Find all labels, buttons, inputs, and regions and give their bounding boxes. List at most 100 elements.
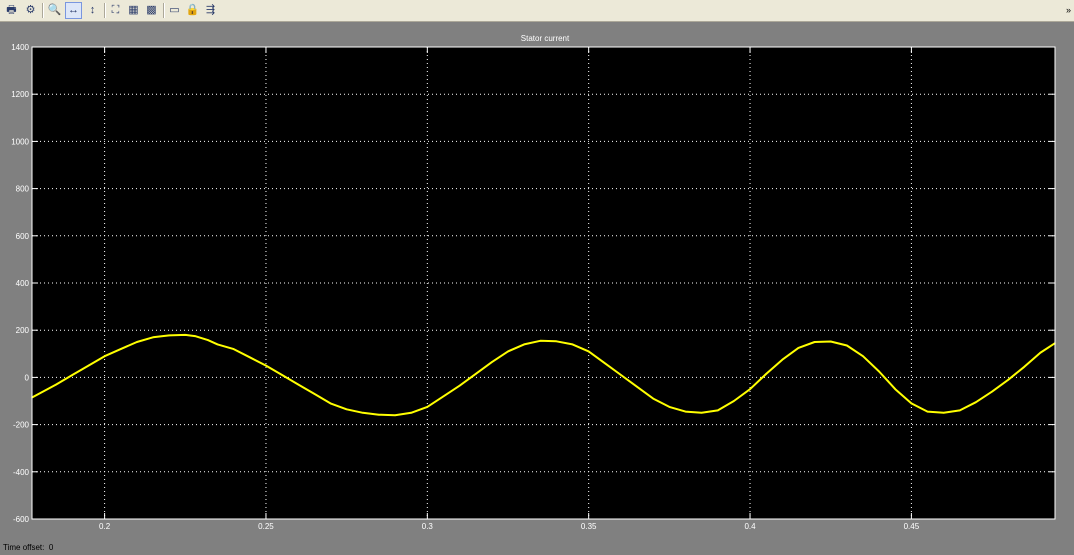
trace-point — [168, 334, 170, 337]
zoom-x-axis-icon: ↔ — [68, 4, 79, 16]
y-tick-labels: 1400 1200 1000 800 600 400 200 0 -200 -400 -600 — [11, 43, 29, 524]
trace-point — [1007, 378, 1010, 381]
trace-point — [926, 410, 929, 413]
zoom-x-button[interactable]: ↔ — [65, 2, 82, 19]
trace-point — [862, 355, 864, 357]
trace-point — [232, 348, 235, 350]
y-tick-label: 1200 — [11, 90, 29, 99]
axes-background[interactable] — [32, 47, 1055, 519]
trace-point — [1023, 365, 1026, 368]
trace-point — [636, 386, 638, 388]
toolbar-separator — [42, 3, 44, 18]
x-tick-label: 0.35 — [581, 522, 597, 531]
print-button[interactable]: 🖶 — [3, 2, 20, 19]
signal-selection-button[interactable]: ⇶ — [202, 2, 219, 19]
y-tick-label: 200 — [16, 326, 30, 335]
floating-scope-button[interactable]: ▭ — [166, 2, 183, 19]
x-tick-label: 0.2 — [99, 522, 111, 531]
trace-point — [539, 340, 542, 342]
trace-point — [216, 343, 219, 346]
restore-axes-button[interactable]: ▩ — [143, 2, 160, 19]
trace-point — [684, 410, 687, 413]
trace-point — [55, 383, 58, 386]
trace-point — [716, 409, 719, 412]
trace-point — [458, 384, 461, 387]
trace-point — [797, 347, 800, 349]
trace-point — [523, 343, 525, 346]
trace-point — [313, 393, 316, 395]
trace-point — [571, 343, 574, 346]
trace-point — [555, 340, 558, 343]
y-tick-label: 1000 — [11, 137, 29, 146]
trace-point — [507, 350, 509, 353]
y-tick-label: -400 — [13, 468, 30, 477]
trace-point — [491, 361, 493, 363]
printer-icon: 🖶 — [6, 4, 17, 16]
trace-point — [878, 370, 880, 373]
trace-point — [378, 413, 380, 416]
y-tick-label: 0 — [25, 373, 30, 382]
trace-point — [265, 364, 267, 367]
trace-point — [103, 355, 106, 357]
y-tick-label: 400 — [16, 279, 30, 288]
autoscale-button[interactable]: ⛶ — [107, 2, 124, 19]
scope-toolbar: 🖶 ⚙ 🔍 ↔ ↕ ⛶ ▦ ▩ ▭ 🔒 ⇶ » — [0, 0, 1074, 22]
trace-point — [136, 341, 138, 343]
trace-point — [991, 390, 993, 393]
trace-point — [152, 336, 154, 339]
trace-point — [910, 402, 913, 405]
trace-point — [281, 374, 283, 376]
trace-point — [249, 356, 251, 359]
autoscale-icon: ⛶ — [111, 4, 120, 16]
gear-icon: ⚙ — [25, 4, 36, 16]
save-axes-button[interactable]: ▦ — [125, 2, 142, 19]
trace-point — [184, 334, 187, 336]
trace-point — [410, 412, 412, 414]
trace-point — [781, 358, 784, 361]
scope-plot-area: Stator current 1400 1200 1000 800 600 400 200 0… — [0, 22, 1074, 555]
y-tick-label: -600 — [13, 515, 30, 524]
trace-point — [749, 388, 751, 391]
lock-icon: 🔒 — [185, 4, 200, 16]
trace-point — [71, 374, 74, 376]
y-tick-label: 800 — [16, 185, 30, 194]
x-tick-label: 0.3 — [422, 522, 434, 531]
trace-point — [668, 406, 671, 408]
trace-point — [207, 339, 209, 341]
y-tick-label: 600 — [16, 232, 30, 241]
trace-point — [604, 362, 606, 365]
zoom-y-axis-icon: ↕ — [89, 4, 96, 16]
y-tick-label: 1400 — [11, 43, 29, 52]
trace-point — [894, 388, 897, 391]
parameters-button[interactable]: ⚙ — [22, 2, 39, 19]
trace-point — [942, 412, 945, 414]
trace-point — [442, 395, 445, 398]
trace-point — [297, 383, 300, 386]
time-offset-label: Time offset: — [3, 543, 45, 552]
signal-selector-icon: ⇶ — [205, 4, 216, 16]
lock-axes-button[interactable]: 🔒 — [184, 2, 201, 19]
trace-point — [394, 414, 396, 416]
zoom-y-button[interactable]: ↕ — [84, 2, 101, 19]
save-axes-icon: ▦ — [128, 4, 139, 16]
y-tick-label: -200 — [13, 421, 30, 430]
trace-point — [1039, 351, 1042, 354]
trace-point — [361, 412, 364, 414]
trace-point — [765, 373, 767, 375]
trace-point — [345, 408, 348, 411]
time-offset-value: 0 — [48, 543, 54, 552]
trace-point — [87, 364, 90, 367]
x-tick-label: 0.4 — [744, 522, 756, 531]
trace-point — [194, 335, 196, 337]
toolbar-overflow-arrow[interactable]: » — [1066, 5, 1071, 15]
trace-point — [426, 406, 429, 408]
trace-point — [652, 397, 655, 400]
trace-point — [329, 402, 332, 405]
trace-point — [975, 401, 977, 403]
magnifier-icon: 🔍 — [47, 4, 62, 16]
trace-point — [733, 400, 735, 402]
time-offset-readout: Time offset: 0 — [3, 543, 53, 552]
trace-point — [474, 373, 477, 375]
x-tick-label: 0.25 — [258, 522, 274, 531]
zoom-button[interactable]: 🔍 — [46, 2, 63, 19]
